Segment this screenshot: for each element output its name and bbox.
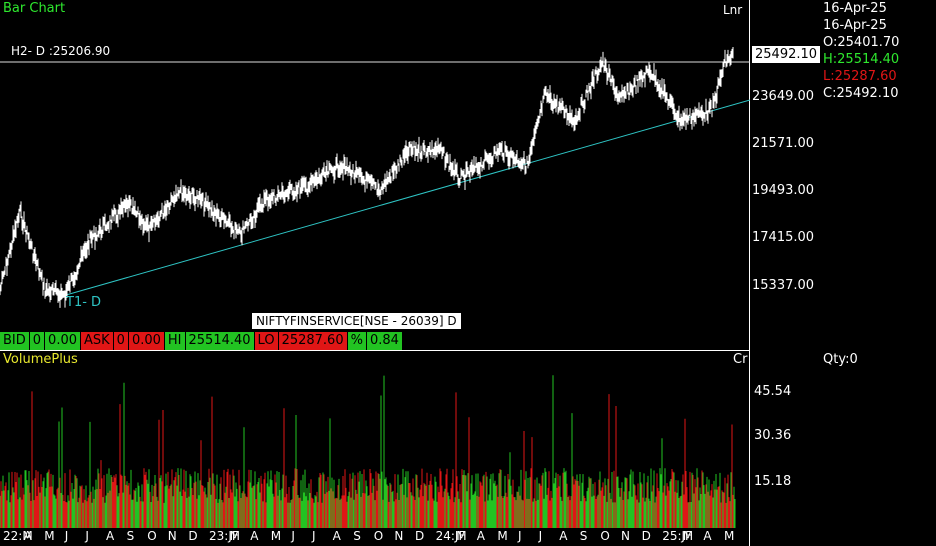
x-axis-label: A: [106, 529, 115, 543]
volume-unit: Cr: [733, 352, 748, 367]
price-tick: 21571.00: [752, 136, 815, 151]
x-axis-label: J: [291, 529, 295, 543]
x-axis-label: D: [188, 529, 198, 543]
x-axis-label: M: [682, 529, 694, 543]
ohlc-close: C:25492.10: [823, 86, 899, 101]
x-axis-label: A: [23, 529, 32, 543]
x-axis-label: M: [44, 529, 55, 543]
x-axis-label: O: [373, 529, 384, 543]
ohlc-open: O:25401.70: [823, 35, 900, 50]
ohlc-high: H:25514.40: [823, 52, 900, 67]
x-axis-label: N: [394, 529, 404, 543]
qty-label: Qty:0: [823, 352, 858, 367]
hi-value: 25514.40: [185, 332, 254, 350]
price-volume-canvas[interactable]: [0, 0, 750, 546]
ohlc-date: 16-Apr-25: [823, 1, 887, 16]
pct-label: %: [347, 332, 366, 350]
x-axis-label: M: [724, 529, 735, 543]
trendline-label: T1- D: [66, 295, 102, 310]
x-axis-label: M: [270, 529, 282, 543]
ohlc-panel: 16-Apr-25 16-Apr-25 O:25401.70 H:25514.4…: [823, 0, 899, 102]
x-axis-label: S: [353, 529, 361, 543]
x-axis-label: M: [229, 529, 240, 543]
bid-price: 0.00: [45, 332, 80, 350]
ask-label: ASK: [81, 332, 113, 350]
volume-tick: 30.36: [754, 428, 792, 443]
pct-value: 0.84: [366, 332, 402, 350]
price-tick: 15337.00: [752, 278, 815, 293]
x-axis-label: J: [64, 529, 69, 543]
x-axis-label: N: [167, 529, 177, 543]
x-axis-label: D: [415, 529, 425, 543]
price-tick: 23649.00: [752, 89, 815, 104]
x-axis-label: O: [147, 529, 157, 543]
ask-qty: 0: [113, 332, 128, 350]
x-axis-label: N: [621, 529, 630, 543]
lo-label: LO: [254, 332, 278, 350]
symbol-label: NIFTYFINSERVICE[NSE - 26039] D: [252, 313, 461, 329]
bid-label: BID: [0, 332, 29, 350]
x-axis-label: A: [703, 529, 712, 543]
x-axis-label: J: [312, 529, 316, 543]
price-tick: 19493.00: [752, 183, 815, 198]
x-axis-label: A: [559, 529, 568, 543]
x-axis-label: S: [126, 529, 135, 543]
quote-bar: BID 0 0.00 ASK 0 0.00 HI 25514.40 LO 252…: [0, 332, 403, 350]
ask-price: 0.00: [128, 332, 164, 350]
x-axis-label: S: [579, 529, 588, 543]
x-axis-label: J: [85, 529, 89, 543]
trendline: [65, 99, 750, 296]
lo-value: 25287.60: [278, 332, 347, 350]
x-axis-label: M: [456, 529, 467, 543]
x-axis-label: A: [250, 529, 259, 543]
bid-qty: 0: [29, 332, 45, 350]
volume-tick: 15.18: [754, 474, 792, 489]
x-axis-label: O: [600, 529, 610, 543]
ohlc-low: L:25287.60: [823, 69, 897, 84]
ohlc-date-2: 16-Apr-25: [823, 18, 887, 33]
x-axis-label: J: [518, 529, 522, 543]
volume-title: VolumePlus: [3, 352, 78, 367]
volume-tick: 45.54: [754, 384, 792, 399]
x-axis-label: M: [497, 529, 508, 543]
hi-label: HI: [164, 332, 185, 350]
price-tick: 17415.00: [752, 230, 815, 245]
x-axis-label: A: [332, 529, 341, 543]
last-price-marker: 25492.10: [752, 46, 821, 63]
x-axis-label: J: [538, 529, 543, 543]
x-axis-label: D: [641, 529, 651, 543]
x-axis-label: A: [476, 529, 486, 543]
